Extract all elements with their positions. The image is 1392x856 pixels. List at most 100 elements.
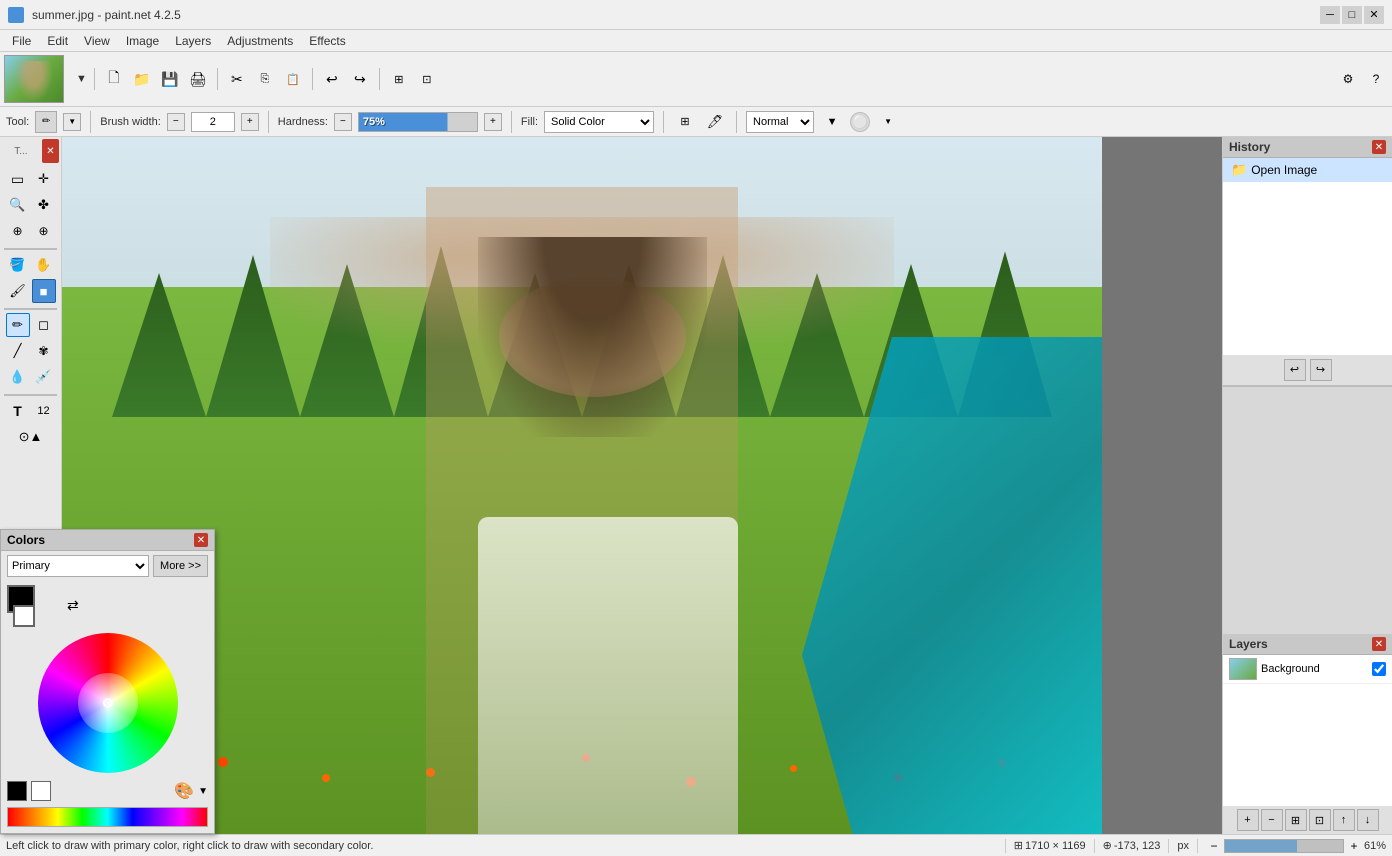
tool-label: Tool: [6, 116, 29, 128]
menu-effects[interactable]: Effects [301, 32, 353, 50]
history-nav: ↩ ↪ [1223, 355, 1392, 385]
fill-option-2[interactable]: 🖊 [703, 110, 727, 134]
history-item-open-image[interactable]: 📁 Open Image [1223, 158, 1392, 182]
hardness-increase[interactable]: + [484, 113, 502, 131]
colors-title: Colors [7, 533, 45, 547]
tool-magic-wand[interactable]: ✤ [32, 193, 56, 217]
layer-item-background[interactable]: Background [1223, 655, 1392, 684]
layers-move-down-button[interactable]: ↓ [1357, 809, 1379, 831]
color-wheel-wrapper[interactable] [38, 633, 178, 773]
canvas-image[interactable] [62, 137, 1102, 834]
swap-colors-icon[interactable]: ⇄ [67, 597, 79, 614]
tool-number[interactable]: 12 [32, 399, 56, 423]
brush-width-label: Brush width: [100, 116, 161, 128]
color-mode-select[interactable]: Primary Secondary [7, 555, 149, 577]
color-palette-strip[interactable] [7, 807, 208, 827]
layers-close-button[interactable]: ✕ [1372, 637, 1386, 651]
toolbar-new[interactable]: 🗋 [102, 67, 126, 91]
tool-lasso[interactable]: 🔍 [6, 193, 30, 217]
toolbar-print[interactable]: 🖨 [186, 67, 210, 91]
tool-eyedropper[interactable]: 💉 [32, 365, 56, 389]
layers-add-button[interactable]: + [1237, 809, 1259, 831]
white-swatch[interactable] [31, 781, 51, 801]
blend-mode-select[interactable]: Normal Multiply Screen [746, 111, 814, 133]
tool-recolor[interactable]: 💧 [6, 365, 30, 389]
toolbox-close[interactable]: ✕ [42, 139, 59, 163]
brush-width-increase[interactable]: + [241, 113, 259, 131]
brush-width-decrease[interactable]: − [167, 113, 185, 131]
history-close-button[interactable]: ✕ [1372, 140, 1386, 154]
tool-move[interactable]: ✛ [32, 167, 56, 191]
zoom-out-button[interactable]: − [1206, 838, 1222, 854]
close-button[interactable]: ✕ [1364, 6, 1384, 24]
layers-move-up-button[interactable]: ↑ [1333, 809, 1355, 831]
hardness-bar[interactable]: 75% [358, 112, 478, 132]
brush-width-input[interactable]: 2 [191, 112, 235, 132]
canvas-area[interactable] [62, 137, 1222, 834]
toolbar-undo[interactable]: ↩ [320, 67, 344, 91]
black-swatch[interactable] [7, 781, 27, 801]
colors-more-button[interactable]: More >> [153, 555, 208, 577]
dropdown-arrow-thumbnail[interactable]: ▼ [76, 73, 87, 85]
history-item-label: Open Image [1251, 163, 1317, 177]
layers-panel: Layers ✕ Background + − ⊞ ⊡ ↑ ↓ [1223, 634, 1392, 834]
menu-image[interactable]: Image [118, 32, 167, 50]
tool-pan[interactable]: ✋ [32, 253, 56, 277]
toolbar-settings-2[interactable]: ? [1364, 67, 1388, 91]
palette-dropdown[interactable]: ▼ [198, 786, 208, 797]
toolbar-settings-1[interactable]: ⚙ [1336, 67, 1360, 91]
toolbar-redo[interactable]: ↪ [348, 67, 372, 91]
layers-remove-button[interactable]: − [1261, 809, 1283, 831]
maximize-button[interactable]: □ [1342, 6, 1362, 24]
tool-fill-rect[interactable]: ■ [32, 279, 56, 303]
toolbar-separator-3 [312, 68, 313, 90]
tool-zoom[interactable]: ⊕ [6, 219, 30, 243]
toolbar-open[interactable]: 📁 [130, 67, 154, 91]
history-redo-button[interactable]: ↪ [1310, 359, 1332, 381]
tool-clone[interactable]: ✾ [32, 339, 56, 363]
menu-layers[interactable]: Layers [167, 32, 219, 50]
zoom-slider[interactable] [1224, 839, 1344, 853]
hardness-label: Hardness: [278, 116, 328, 128]
toolbar-cut[interactable]: ✂ [225, 67, 249, 91]
layers-duplicate-button[interactable]: ⊞ [1285, 809, 1307, 831]
minimize-button[interactable]: ─ [1320, 6, 1340, 24]
blend-option-1[interactable]: ▼ [820, 110, 844, 134]
fill-select[interactable]: Solid Color Linear Gradient Radial Gradi… [544, 111, 654, 133]
hardness-decrease[interactable]: − [334, 113, 352, 131]
tool-zoom2[interactable]: ⊕ [32, 219, 56, 243]
color-wheel-selector[interactable] [103, 698, 113, 708]
status-sep-4 [1197, 839, 1198, 853]
toolbar-crop[interactable]: ⊞ [387, 67, 411, 91]
layer-visibility-checkbox[interactable] [1372, 662, 1386, 676]
tool-paint-bucket[interactable]: 🪣 [6, 253, 30, 277]
toolbar-paste[interactable]: 📋 [281, 67, 305, 91]
toolbar-copy[interactable]: ⎘ [253, 67, 277, 91]
history-undo-button[interactable]: ↩ [1284, 359, 1306, 381]
tool-shapes[interactable]: ⊙▲ [5, 425, 57, 449]
menu-edit[interactable]: Edit [39, 32, 76, 50]
menu-adjustments[interactable]: Adjustments [219, 32, 301, 50]
tool-rectangle-select[interactable]: ▭ [6, 167, 30, 191]
tool-line[interactable]: ╱ [6, 339, 30, 363]
tool-eraser[interactable]: ◻ [32, 313, 56, 337]
tool-pencil-button[interactable]: ✏ [35, 111, 57, 133]
fill-label: Fill: [521, 116, 538, 128]
blend-option-arrow[interactable]: ▼ [876, 110, 900, 134]
colors-close-button[interactable]: ✕ [194, 533, 208, 547]
menu-file[interactable]: File [4, 32, 39, 50]
tool-text[interactable]: T [6, 399, 30, 423]
palette-icon[interactable]: 🎨 [174, 781, 194, 801]
zoom-in-button[interactable]: + [1346, 838, 1362, 854]
toolbar-save[interactable]: 💾 [158, 67, 182, 91]
tool-arrow-button[interactable]: ▼ [63, 113, 81, 131]
menu-view[interactable]: View [76, 32, 118, 50]
toolbar-resize[interactable]: ⊡ [415, 67, 439, 91]
fill-option-1[interactable]: ⊞ [673, 110, 697, 134]
layers-properties-button[interactable]: ⊡ [1309, 809, 1331, 831]
secondary-color-swatch[interactable] [13, 605, 35, 627]
tool-paint1[interactable]: 🖌 [6, 279, 30, 303]
blend-option-2[interactable]: ⚪ [850, 112, 870, 132]
tool-pencil[interactable]: ✏ [6, 313, 30, 337]
image-preview-thumbnail[interactable] [4, 55, 64, 103]
